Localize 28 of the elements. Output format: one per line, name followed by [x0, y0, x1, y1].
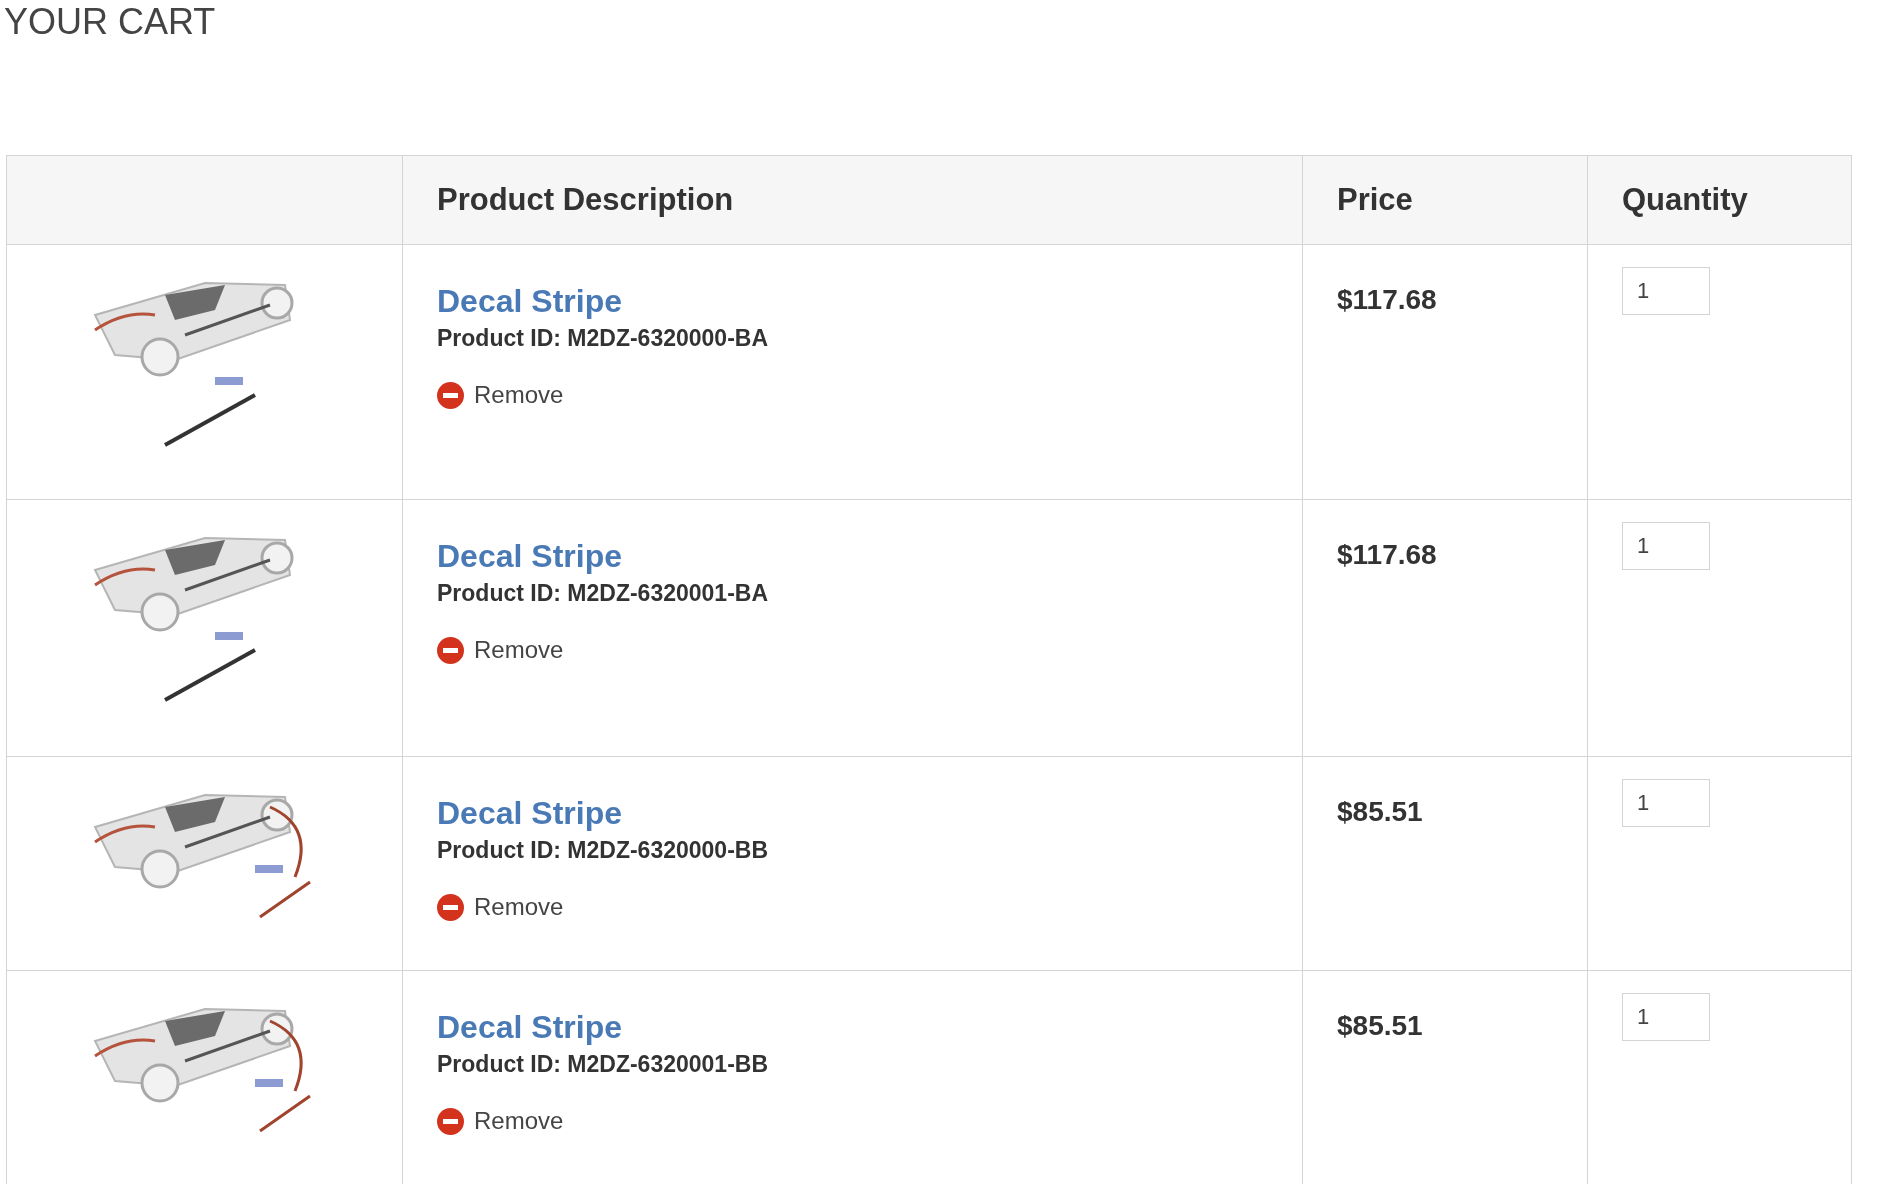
quantity-field[interactable]: 1	[1622, 267, 1710, 315]
column-header: Price	[1337, 180, 1413, 219]
remove-button[interactable]: Remove	[437, 1103, 564, 1139]
quantity-field[interactable]: 1	[1622, 993, 1710, 1041]
quantity-field[interactable]: 1	[1622, 779, 1710, 827]
product-link[interactable]: Decal Stripe	[437, 1007, 622, 1047]
product-link[interactable]: Decal Stripe	[437, 536, 622, 576]
remove-icon	[437, 1107, 464, 1135]
product-id: Product ID: M2DZ-6320000-BA	[437, 324, 769, 353]
product-id: Product ID: M2DZ-6320001-BB	[437, 1050, 769, 1079]
price: $85.51	[1337, 796, 1423, 827]
remove-button[interactable]: Remove	[437, 889, 564, 925]
product-link[interactable]: Decal Stripe	[437, 793, 622, 833]
page-title: YOUR CART	[3, 0, 216, 44]
product-link[interactable]: Decal Stripe	[437, 281, 622, 321]
remove-icon	[437, 381, 464, 409]
remove-button[interactable]: Remove	[437, 632, 564, 668]
product-id: Product ID: M2DZ-6320001-BA	[437, 579, 769, 608]
price: $117.68	[1337, 539, 1437, 570]
price: $117.68	[1337, 284, 1437, 315]
remove-icon	[437, 893, 464, 921]
remove-icon	[437, 636, 464, 664]
column-header: Product Description	[437, 180, 734, 219]
column-header: Quantity	[1622, 180, 1748, 219]
remove-button[interactable]: Remove	[437, 377, 564, 413]
price: $85.51	[1337, 1010, 1423, 1041]
quantity-field[interactable]: 1	[1622, 522, 1710, 570]
product-id: Product ID: M2DZ-6320000-BB	[437, 836, 769, 865]
